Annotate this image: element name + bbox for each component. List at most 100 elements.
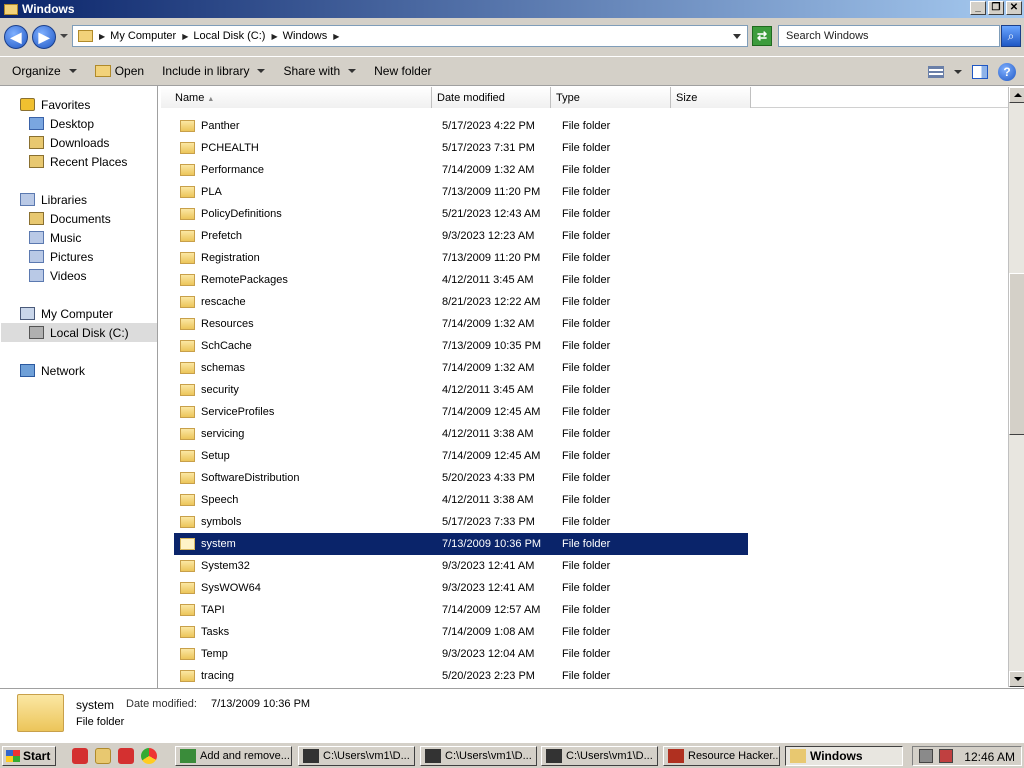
table-row[interactable]: SoftwareDistribution 5/20/2023 4:33 PM Fil… <box>174 467 748 489</box>
table-row[interactable]: system 7/13/2009 10:36 PM File folder <box>174 533 748 555</box>
column-header-name[interactable]: Name ▲ <box>161 87 432 108</box>
back-button[interactable]: ◀ <box>4 25 28 49</box>
nav-item-downloads[interactable]: Downloads <box>29 133 109 152</box>
nav-item-network[interactable]: Network <box>20 361 85 380</box>
file-type: File folder <box>562 494 611 506</box>
table-row[interactable]: TAPI 7/14/2009 12:57 AM File folder <box>174 599 748 621</box>
chrome-icon[interactable] <box>141 748 157 764</box>
network-status-icon[interactable] <box>919 749 933 763</box>
taskbar-button[interactable]: Add and remove... <box>175 746 292 766</box>
table-row[interactable]: PCHEALTH 5/17/2023 7:31 PM File folder <box>174 137 748 159</box>
change-view-icon[interactable] <box>928 66 944 78</box>
share-with-button[interactable]: Share with <box>283 64 357 78</box>
scrollbar-thumb[interactable] <box>1009 273 1024 435</box>
nav-item-local-disk[interactable]: Local Disk (C:) <box>29 323 129 342</box>
scroll-up-button[interactable] <box>1009 87 1024 103</box>
nav-item-music[interactable]: Music <box>29 228 81 247</box>
taskbar-button[interactable]: Resource Hacker... <box>663 746 780 766</box>
table-row[interactable]: ServiceProfiles 7/14/2009 12:45 AM File fo… <box>174 401 748 423</box>
table-row[interactable]: SchCache 7/13/2009 10:35 PM File folder <box>174 335 748 357</box>
taskbar-button[interactable]: C:\Users\vm1\D... <box>420 746 537 766</box>
folder-icon <box>180 538 195 550</box>
include-in-library-button[interactable]: Include in library <box>162 64 266 78</box>
breadcrumb[interactable]: ▶ Windows <box>271 30 327 42</box>
column-header-date-modified[interactable]: Date modified <box>432 87 551 108</box>
nav-item-my-computer[interactable]: My Computer <box>20 304 113 323</box>
table-row[interactable]: Performance 7/14/2009 1:32 AM File folder <box>174 159 748 181</box>
nav-item-videos[interactable]: Videos <box>29 266 86 285</box>
table-row[interactable]: SysWOW64 9/3/2023 12:41 AM File folder <box>174 577 748 599</box>
help-icon[interactable]: ? <box>998 63 1016 81</box>
address-bar[interactable]: ▶ My Computer ▶ Local Disk (C:) ▶ Windows ▶ <box>72 25 748 47</box>
file-date-modified: 7/13/2009 11:20 PM <box>442 186 541 198</box>
table-row[interactable]: tracing 5/20/2023 2:23 PM File folder <box>174 665 748 687</box>
address-dropdown-icon[interactable] <box>733 34 741 39</box>
volume-muted-icon[interactable] <box>939 749 953 763</box>
table-row[interactable]: System32 9/3/2023 12:41 AM File folder <box>174 555 748 577</box>
nav-item-recent-places[interactable]: Recent Places <box>29 152 127 171</box>
table-row[interactable]: servicing 4/12/2011 3:38 AM File folder <box>174 423 748 445</box>
table-row[interactable]: Panther 5/17/2023 4:22 PM File folder <box>174 115 748 137</box>
table-row[interactable]: Prefetch 9/3/2023 12:23 AM File folder <box>174 225 748 247</box>
forward-button[interactable]: ▶ <box>32 25 56 49</box>
breadcrumb[interactable]: ▶ My Computer <box>99 30 176 42</box>
nav-item-favorites[interactable]: Favorites <box>20 95 90 114</box>
vivaldi-icon[interactable] <box>72 748 88 764</box>
search-input[interactable]: Search Windows <box>778 25 1000 47</box>
vivaldi-icon[interactable] <box>118 748 134 764</box>
nav-item-desktop[interactable]: Desktop <box>29 114 94 133</box>
start-button[interactable]: Start <box>2 746 56 766</box>
close-button[interactable]: ✕ <box>1006 1 1022 15</box>
nav-item-documents[interactable]: Documents <box>29 209 111 228</box>
taskbar-button[interactable]: C:\Users\vm1\D... <box>298 746 415 766</box>
minimize-button[interactable]: _ <box>970 1 986 15</box>
search-icon[interactable]: ⌕ <box>1001 25 1021 47</box>
table-row[interactable]: rescache 8/21/2023 12:22 AM File folder <box>174 291 748 313</box>
folder-icon <box>180 362 195 374</box>
table-row[interactable]: Temp 9/3/2023 12:04 AM File folder <box>174 643 748 665</box>
maximize-button[interactable]: ❐ <box>988 1 1004 15</box>
table-row[interactable]: RemotePackages 4/12/2011 3:45 AM File fold… <box>174 269 748 291</box>
chevron-right-icon: ▶ <box>99 31 106 41</box>
table-row[interactable]: PolicyDefinitions 5/21/2023 12:43 AM File … <box>174 203 748 225</box>
window-controls: _ ❐ ✕ <box>970 1 1022 15</box>
file-type: File folder <box>562 274 611 286</box>
table-row[interactable]: Speech 4/12/2011 3:38 AM File folder <box>174 489 748 511</box>
clock[interactable]: 12:46 AM <box>964 750 1015 764</box>
new-folder-button[interactable]: New folder <box>374 64 431 78</box>
recent-pages-dropdown[interactable] <box>60 34 68 38</box>
breadcrumb[interactable]: ▶ Local Disk (C:) <box>182 30 265 42</box>
breadcrumb-dropdown[interactable]: ▶ <box>333 32 344 41</box>
table-row[interactable]: Registration 7/13/2009 11:20 PM File folde… <box>174 247 748 269</box>
taskbar-button[interactable]: Windows <box>785 746 903 766</box>
table-row[interactable]: PLA 7/13/2009 11:20 PM File folder <box>174 181 748 203</box>
folder-icon <box>180 208 195 220</box>
nav-item-pictures[interactable]: Pictures <box>29 247 93 266</box>
table-row[interactable]: Setup 7/14/2009 12:45 AM File folder <box>174 445 748 467</box>
organize-button[interactable]: Organize <box>12 64 77 78</box>
file-date-modified: 4/12/2011 3:45 AM <box>442 384 534 396</box>
scroll-down-button[interactable] <box>1009 671 1024 687</box>
file-date-modified: 7/14/2009 12:45 AM <box>442 406 541 418</box>
refresh-button[interactable]: ⇄ <box>752 26 772 46</box>
resource-hacker-icon <box>668 749 684 763</box>
table-row[interactable]: security 4/12/2011 3:45 AM File folder <box>174 379 748 401</box>
table-row[interactable]: Resources 7/14/2009 1:32 AM File folder <box>174 313 748 335</box>
open-button[interactable]: Open <box>94 64 144 78</box>
nav-item-libraries[interactable]: Libraries <box>20 190 87 209</box>
column-header-type[interactable]: Type <box>551 87 671 108</box>
column-header-size[interactable]: Size <box>671 87 751 108</box>
more-views-dropdown-icon[interactable] <box>954 70 962 74</box>
table-row[interactable]: symbols 5/17/2023 7:33 PM File folder <box>174 511 748 533</box>
table-row[interactable]: Tasks 7/14/2009 1:08 AM File folder <box>174 621 748 643</box>
preview-pane-icon[interactable] <box>972 65 988 79</box>
vertical-scrollbar[interactable] <box>1008 87 1024 687</box>
table-row[interactable]: schemas 7/14/2009 1:32 AM File folder <box>174 357 748 379</box>
taskbar-button[interactable]: C:\Users\vm1\D... <box>541 746 658 766</box>
details-modified-value: 7/13/2009 10:36 PM <box>211 698 311 710</box>
file-date-modified: 9/3/2023 12:23 AM <box>442 230 535 242</box>
file-type: File folder <box>562 296 611 308</box>
explorer-icon[interactable] <box>95 748 111 764</box>
folder-icon <box>180 340 195 352</box>
chevron-right-icon: ▶ <box>271 31 278 41</box>
